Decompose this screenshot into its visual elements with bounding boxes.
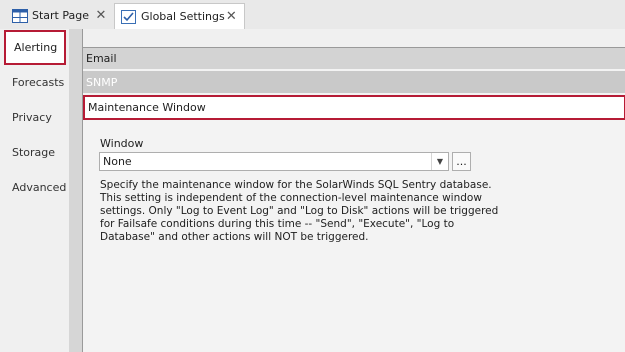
alerting-settings-panel: Email SNMP Maintenance Window Window Non… xyxy=(82,29,625,352)
tab-start-page[interactable]: Start Page ✕ xyxy=(6,3,114,28)
window-description: Specify the maintenance window for the S… xyxy=(100,179,499,244)
tab-global-settings[interactable]: Global Settings ✕ xyxy=(114,3,245,29)
description-line: This setting is independent of the conne… xyxy=(100,192,482,204)
panel-header-strip xyxy=(83,29,625,47)
nav-item-label: Forecasts xyxy=(12,76,65,89)
section-label: SNMP xyxy=(86,75,118,89)
settings-category-nav: Alerting Forecasts Privacy Storage Advan… xyxy=(0,29,69,352)
nav-item-label: Alerting xyxy=(14,41,58,54)
nav-item-forecasts[interactable]: Forecasts xyxy=(4,65,66,100)
nav-item-storage[interactable]: Storage xyxy=(4,135,66,170)
close-icon[interactable]: ✕ xyxy=(225,9,238,24)
nav-item-label: Privacy xyxy=(12,111,52,124)
nav-item-privacy[interactable]: Privacy xyxy=(4,100,66,135)
section-label: Email xyxy=(86,52,117,65)
description-line: Database" and other actions will NOT be … xyxy=(100,231,369,243)
window-select[interactable]: None ▼ xyxy=(99,152,449,171)
edit-window-button[interactable]: ... xyxy=(452,152,471,171)
section-email[interactable]: Email xyxy=(83,47,625,69)
nav-item-label: Storage xyxy=(12,146,56,159)
checklist-icon xyxy=(121,9,137,24)
nav-item-alerting[interactable]: Alerting xyxy=(4,30,66,65)
grid-icon xyxy=(12,8,28,23)
tab-label: Global Settings xyxy=(141,10,225,23)
section-label: Maintenance Window xyxy=(88,101,206,114)
section-snmp[interactable]: SNMP xyxy=(83,71,625,93)
tab-label: Start Page xyxy=(32,9,89,22)
description-line: for Failsafe conditions during this time… xyxy=(100,218,455,230)
window-select-value: None xyxy=(103,155,132,168)
chevron-down-icon[interactable]: ▼ xyxy=(431,153,448,170)
nav-item-advanced[interactable]: Advanced xyxy=(4,170,66,205)
nav-separator xyxy=(69,29,82,352)
nav-item-label: Advanced xyxy=(12,181,67,194)
description-line: Specify the maintenance window for the S… xyxy=(100,179,492,191)
description-line: settings. Only "Log to Event Log" and "L… xyxy=(100,205,499,217)
window-field-label: Window xyxy=(100,137,144,150)
document-tab-strip: Start Page ✕ Global Settings ✕ xyxy=(0,0,625,30)
section-maintenance-window[interactable]: Maintenance Window xyxy=(83,95,625,120)
close-icon[interactable]: ✕ xyxy=(94,8,108,23)
